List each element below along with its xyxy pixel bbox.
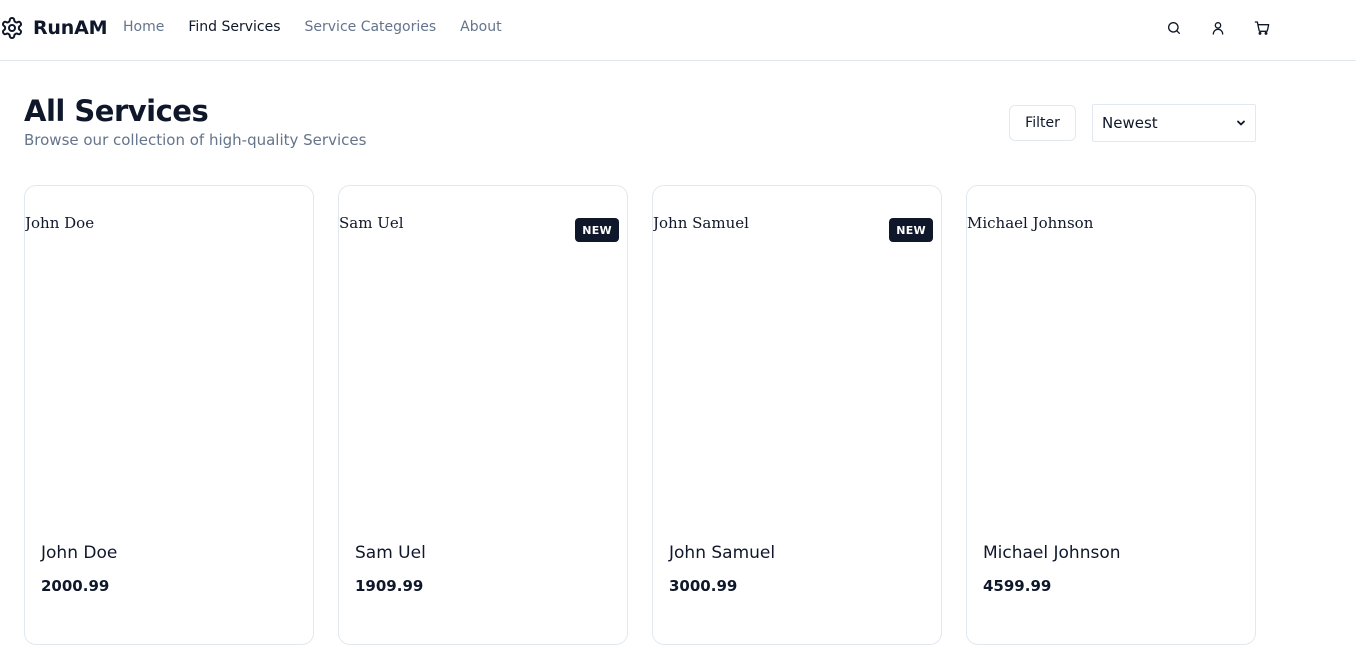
service-name[interactable]: John Doe bbox=[41, 543, 117, 563]
filter-button[interactable]: Filter bbox=[1009, 105, 1076, 141]
service-card[interactable]: Sam Uel NEW Sam Uel 1909.99 bbox=[338, 185, 628, 645]
account-button[interactable] bbox=[1207, 17, 1229, 39]
nav-link-service-categories[interactable]: Service Categories bbox=[305, 19, 437, 35]
nav-actions bbox=[1163, 17, 1273, 39]
gear-icon bbox=[2, 17, 22, 39]
sort-selected-value: Newest bbox=[1102, 114, 1158, 132]
top-navbar: RunAM Home Find Services Service Categor… bbox=[0, 0, 1356, 61]
chevron-down-icon bbox=[1237, 120, 1245, 126]
service-card[interactable]: John Samuel NEW John Samuel 3000.99 bbox=[652, 185, 942, 645]
service-image[interactable]: John Doe bbox=[25, 214, 94, 232]
nav-link-find-services[interactable]: Find Services bbox=[188, 19, 280, 35]
nav-link-about[interactable]: About bbox=[460, 19, 501, 35]
sort-select[interactable]: Newest bbox=[1092, 104, 1256, 142]
nav-link-home[interactable]: Home bbox=[123, 19, 164, 35]
service-image[interactable]: John Samuel bbox=[653, 214, 749, 232]
page-title: All Services bbox=[24, 94, 209, 128]
user-icon bbox=[1212, 22, 1224, 35]
service-card[interactable]: John Doe John Doe 2000.99 bbox=[24, 185, 314, 645]
page-subtitle: Browse our collection of high-quality Se… bbox=[24, 131, 367, 149]
service-name[interactable]: John Samuel bbox=[669, 543, 775, 563]
new-badge: NEW bbox=[575, 218, 619, 242]
cart-icon bbox=[1254, 21, 1270, 35]
service-price: 1909.99 bbox=[355, 577, 424, 595]
search-button[interactable] bbox=[1163, 17, 1185, 39]
new-badge: NEW bbox=[889, 218, 933, 242]
service-image[interactable]: Sam Uel bbox=[339, 214, 404, 232]
search-icon bbox=[1168, 22, 1180, 34]
main-nav: Home Find Services Service Categories Ab… bbox=[123, 19, 502, 35]
service-price: 4599.99 bbox=[983, 577, 1052, 595]
service-name[interactable]: Sam Uel bbox=[355, 543, 426, 563]
service-price: 2000.99 bbox=[41, 577, 110, 595]
service-card[interactable]: Michael Johnson Michael Johnson 4599.99 bbox=[966, 185, 1256, 645]
brand-name: RunAM bbox=[33, 17, 108, 39]
service-image[interactable]: Michael Johnson bbox=[967, 214, 1093, 232]
cart-button[interactable] bbox=[1251, 17, 1273, 39]
service-name[interactable]: Michael Johnson bbox=[983, 543, 1121, 563]
service-price: 3000.99 bbox=[669, 577, 738, 595]
brand-logo[interactable]: RunAM bbox=[0, 14, 107, 42]
